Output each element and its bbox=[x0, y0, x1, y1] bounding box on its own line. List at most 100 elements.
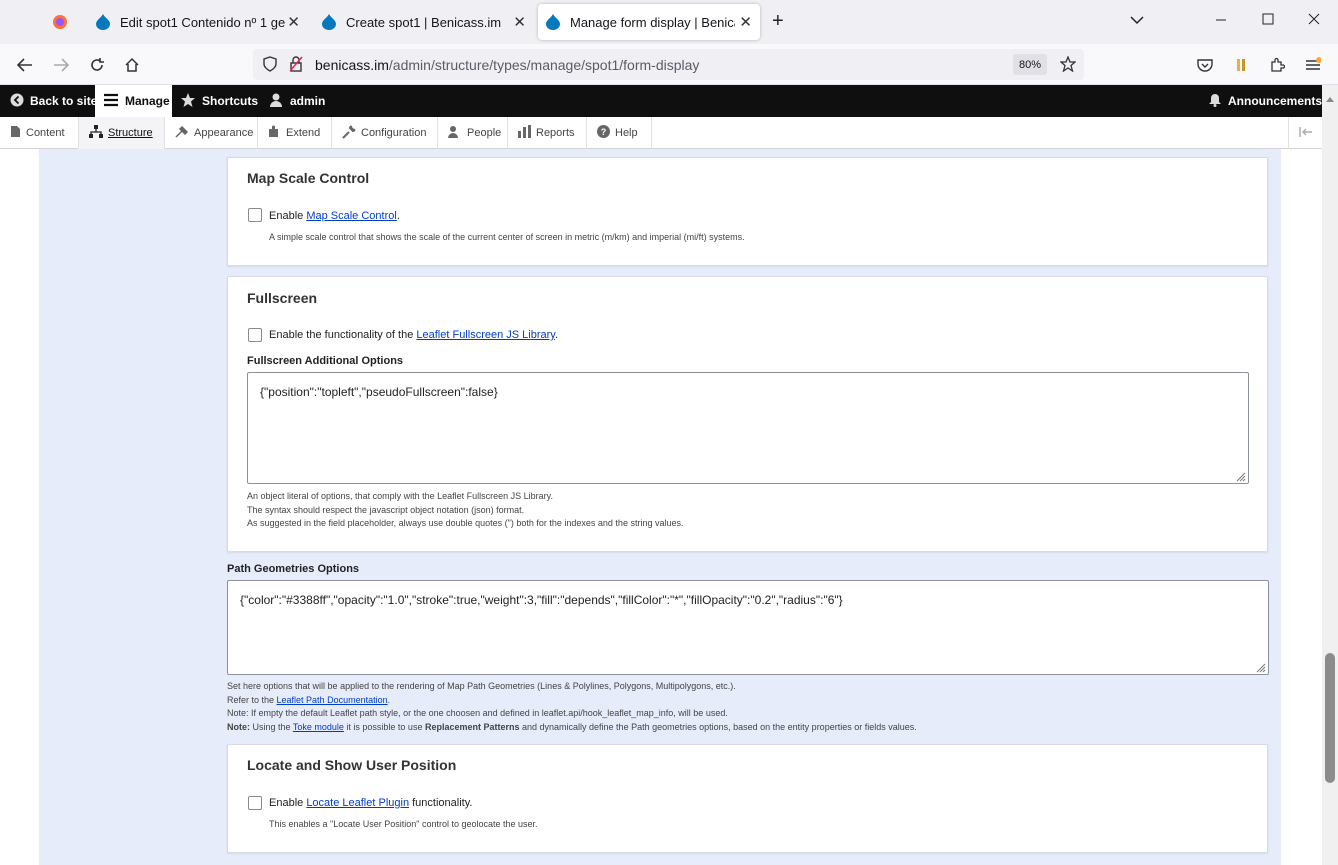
close-icon[interactable]: ✕ bbox=[739, 13, 752, 31]
fullscreen-options-value: {"position":"topleft","pseudoFullscreen"… bbox=[260, 385, 498, 399]
browser-nav-bar: benicass.im/admin/structure/types/manage… bbox=[0, 44, 1338, 85]
list-tabs-icon[interactable] bbox=[1130, 12, 1144, 30]
locate-fieldset: Locate and Show User Position Enable Loc… bbox=[227, 744, 1268, 853]
reload-icon[interactable] bbox=[86, 54, 108, 76]
forward-arrow-icon[interactable] bbox=[50, 54, 72, 76]
help-icon: ? bbox=[597, 125, 610, 141]
tray-label: People bbox=[467, 127, 502, 139]
locate-checkbox[interactable] bbox=[248, 796, 262, 810]
page-scrollbar[interactable] bbox=[1322, 85, 1338, 865]
path-options-label: Path Geometries Options bbox=[227, 563, 360, 575]
fullscreen-fieldset: Fullscreen Enable the functionality of t… bbox=[227, 276, 1268, 552]
manage-label: Manage bbox=[125, 94, 170, 108]
puzzle-icon bbox=[268, 125, 281, 141]
star-icon bbox=[180, 92, 196, 111]
scale-control-description: A simple scale control that shows the sc… bbox=[269, 232, 745, 242]
people-icon bbox=[448, 125, 462, 141]
close-icon[interactable]: ✕ bbox=[513, 13, 526, 31]
manage-tab[interactable]: Manage bbox=[95, 85, 172, 117]
user-icon bbox=[268, 92, 284, 111]
browser-tab-bar: Edit spot1 Contenido nº 1 geolo ✕ Create… bbox=[0, 0, 1338, 44]
locate-heading: Locate and Show User Position bbox=[247, 757, 457, 773]
tray-label: Configuration bbox=[361, 127, 427, 139]
firefox-icon bbox=[52, 14, 68, 30]
tray-configuration[interactable]: Configuration bbox=[332, 117, 438, 149]
tray-label: Help bbox=[615, 127, 638, 139]
fullscreen-checkbox[interactable] bbox=[248, 328, 262, 342]
announcements-tab[interactable]: Announcements bbox=[1208, 85, 1322, 117]
new-tab-button[interactable]: + bbox=[772, 10, 784, 33]
resize-grip-icon[interactable] bbox=[1236, 471, 1246, 482]
home-icon[interactable] bbox=[121, 54, 143, 76]
menu-icon[interactable] bbox=[1302, 54, 1324, 76]
bar-chart-icon bbox=[518, 125, 531, 141]
path-options-value: {"color":"#3388ff","opacity":"1.0","stro… bbox=[240, 593, 843, 607]
tray-orientation-toggle[interactable] bbox=[1288, 117, 1322, 149]
user-tab[interactable]: admin bbox=[268, 85, 325, 117]
minimize-button[interactable] bbox=[1215, 12, 1227, 30]
tray-help[interactable]: ? Help bbox=[587, 117, 652, 149]
tab-title: Manage form display | Benicass bbox=[570, 14, 735, 30]
path-options-textarea[interactable]: {"color":"#3388ff","opacity":"1.0","stro… bbox=[227, 580, 1269, 675]
leaflet-path-docs-link[interactable]: Leaflet Path Documentation bbox=[277, 695, 388, 705]
locate-plugin-link[interactable]: Locate Leaflet Plugin bbox=[306, 797, 409, 809]
sitemap-icon bbox=[89, 125, 103, 141]
toke-module-link[interactable]: Toke module bbox=[293, 722, 344, 732]
tray-label: Reports bbox=[536, 127, 575, 139]
fullscreen-description: An object literal of options, that compl… bbox=[247, 491, 684, 528]
bell-icon bbox=[1208, 93, 1222, 110]
svg-text:?: ? bbox=[601, 127, 607, 137]
wrench-icon bbox=[342, 125, 356, 142]
fullscreen-options-textarea[interactable]: {"position":"topleft","pseudoFullscreen"… bbox=[247, 372, 1249, 484]
fullscreen-heading: Fullscreen bbox=[247, 290, 318, 306]
tray-content[interactable]: Content bbox=[0, 117, 79, 149]
scrollbar-thumb[interactable] bbox=[1325, 653, 1335, 783]
back-arrow-icon[interactable] bbox=[14, 54, 36, 76]
locate-label: Enable Locate Leaflet Plugin functionali… bbox=[269, 797, 473, 809]
extension-icon[interactable] bbox=[1230, 54, 1252, 76]
tab-create-spot1[interactable]: Create spot1 | Benicass.im ✕ bbox=[314, 4, 534, 40]
scale-control-checkbox[interactable] bbox=[248, 208, 262, 222]
collapse-arrow-icon bbox=[1298, 126, 1313, 140]
tab-firefox-view[interactable] bbox=[44, 4, 78, 40]
page-content: Map Scale Control Enable Map Scale Contr… bbox=[0, 149, 1322, 865]
tab-manage-form-display[interactable]: Manage form display | Benicass ✕ bbox=[538, 4, 760, 40]
hamburger-icon bbox=[103, 93, 119, 110]
zoom-level[interactable]: 80% bbox=[1013, 54, 1047, 75]
drupal-icon bbox=[322, 14, 338, 30]
fullscreen-options-label: Fullscreen Additional Options bbox=[247, 355, 404, 367]
tray-structure[interactable]: Structure bbox=[79, 117, 165, 149]
pocket-icon[interactable] bbox=[1194, 54, 1216, 76]
resize-grip-icon[interactable] bbox=[1256, 662, 1266, 673]
shortcuts-tab[interactable]: Shortcuts bbox=[180, 85, 258, 117]
drupal-icon bbox=[96, 14, 112, 30]
scale-control-fieldset: Map Scale Control Enable Map Scale Contr… bbox=[227, 157, 1268, 266]
back-to-site-label: Back to site bbox=[30, 94, 98, 108]
url-bar[interactable]: benicass.im/admin/structure/types/manage… bbox=[253, 49, 1084, 80]
close-window-button[interactable] bbox=[1308, 12, 1320, 30]
extensions-puzzle-icon[interactable] bbox=[1266, 54, 1288, 76]
shortcuts-label: Shortcuts bbox=[202, 94, 259, 108]
maximize-button[interactable] bbox=[1262, 12, 1274, 30]
scale-control-heading: Map Scale Control bbox=[247, 170, 370, 186]
fullscreen-library-link[interactable]: Leaflet Fullscreen JS Library bbox=[416, 329, 555, 341]
scale-control-link[interactable]: Map Scale Control bbox=[306, 210, 397, 222]
url-text[interactable]: benicass.im/admin/structure/types/manage… bbox=[315, 57, 699, 73]
tray-people[interactable]: People bbox=[438, 117, 508, 149]
tab-title: Edit spot1 Contenido nº 1 geolo bbox=[120, 14, 285, 30]
tab-edit-spot1[interactable]: Edit spot1 Contenido nº 1 geolo ✕ bbox=[88, 4, 308, 40]
shield-icon[interactable] bbox=[259, 53, 281, 75]
admin-toolbar: Back to site Manage Shortcuts admin Anno… bbox=[0, 85, 1322, 117]
close-icon[interactable]: ✕ bbox=[287, 13, 300, 31]
tray-reports[interactable]: Reports bbox=[508, 117, 587, 149]
tray-label: Structure bbox=[108, 127, 153, 139]
tray-appearance[interactable]: Appearance bbox=[165, 117, 258, 149]
insecure-lock-icon[interactable] bbox=[285, 53, 307, 75]
fullscreen-label: Enable the functionality of the Leaflet … bbox=[269, 329, 559, 341]
scroll-up-icon[interactable] bbox=[1326, 89, 1334, 107]
back-circle-icon bbox=[10, 93, 24, 110]
tab-title: Create spot1 | Benicass.im bbox=[346, 14, 502, 30]
bookmark-star-icon[interactable] bbox=[1057, 53, 1079, 75]
tray-extend[interactable]: Extend bbox=[258, 117, 332, 149]
back-to-site-link[interactable]: Back to site bbox=[0, 85, 109, 117]
